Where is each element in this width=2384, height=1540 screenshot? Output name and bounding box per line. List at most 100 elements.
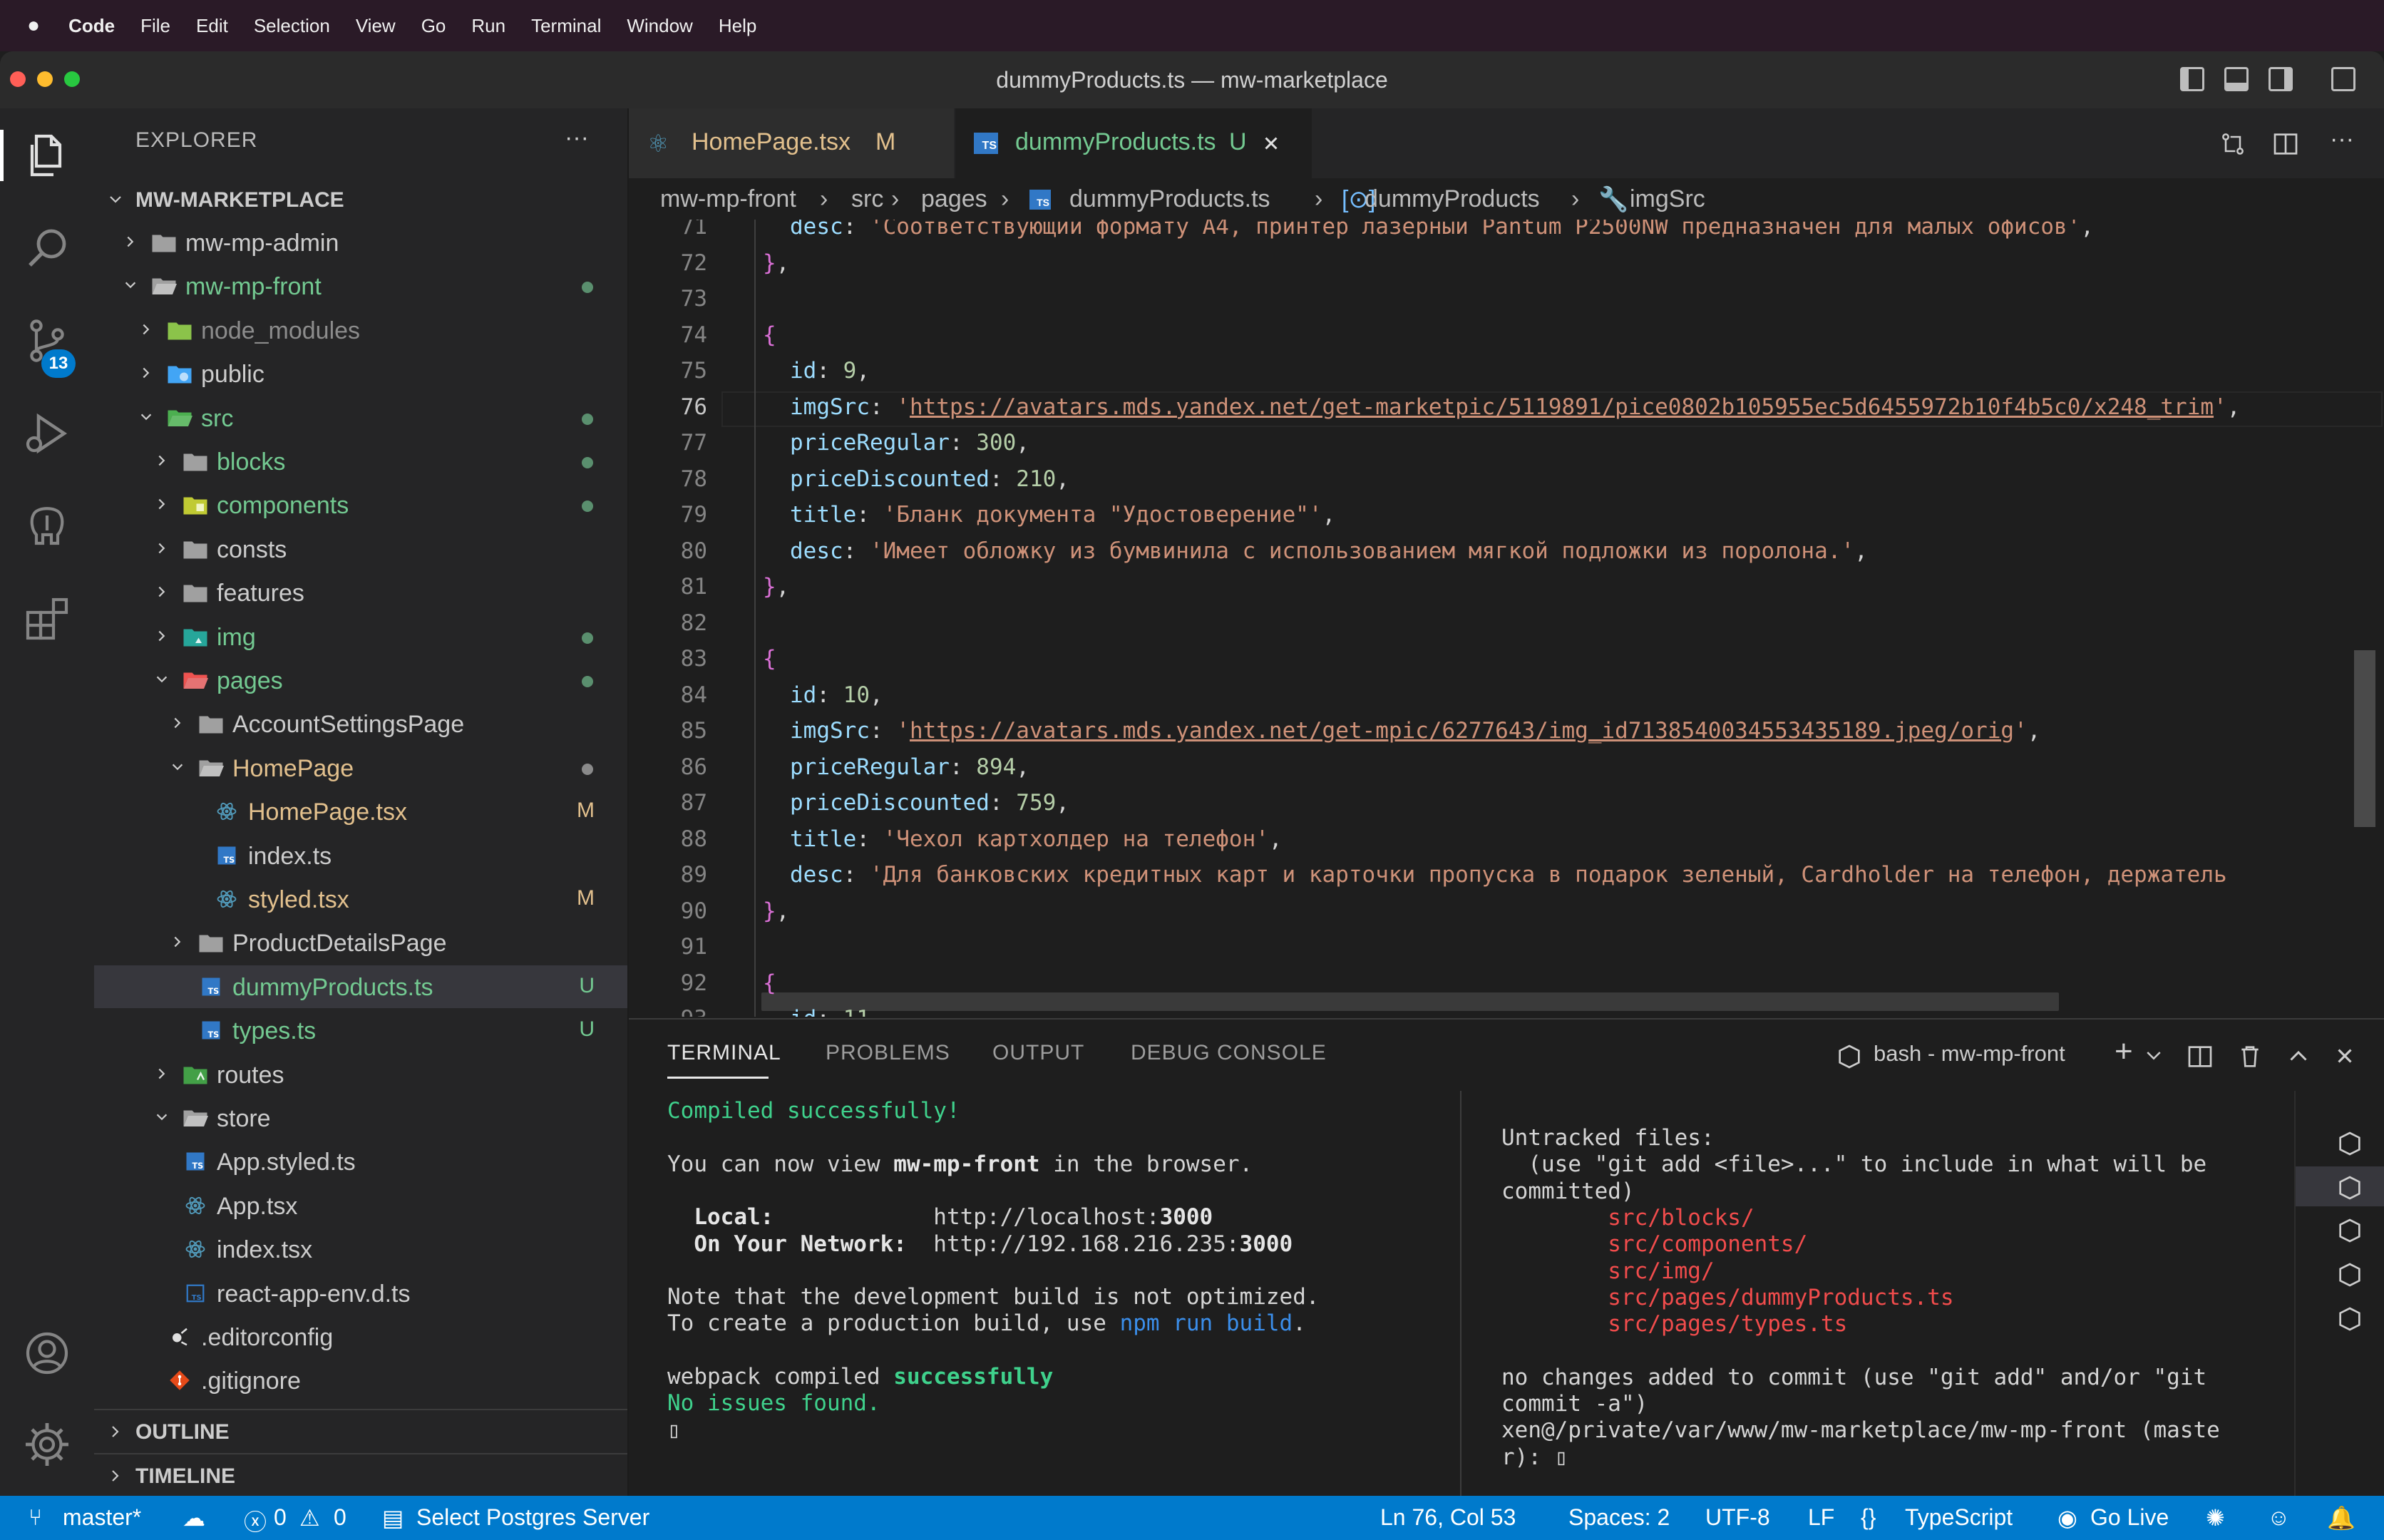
chevron-down-icon[interactable]	[138, 409, 154, 425]
terminal-instance-label[interactable]: bash - mw-mp-front	[1874, 1041, 2065, 1067]
split-terminal-icon[interactable]	[2186, 1042, 2214, 1071]
explorer-icon[interactable]	[21, 130, 73, 181]
menu-view[interactable]: View	[356, 15, 396, 37]
breadcrumb-item[interactable]: dummyProducts.ts	[1069, 185, 1270, 213]
search-icon[interactable]	[21, 222, 73, 274]
menu-go[interactable]: Go	[421, 15, 446, 37]
notifications-bell-icon[interactable]: 🔔	[2327, 1504, 2355, 1531]
panel-tab-output[interactable]: OUTPUT	[992, 1041, 1084, 1065]
tree-item-homepage-tsx[interactable]: HomePage.tsx M	[94, 790, 627, 833]
encoding[interactable]: UTF-8	[1705, 1504, 1770, 1531]
chevron-right-icon[interactable]	[170, 715, 185, 731]
go-live-button[interactable]: Go Live	[2090, 1504, 2169, 1531]
terminal-tab-2[interactable]	[2296, 1166, 2384, 1206]
tree-item-blocks[interactable]: blocks	[94, 440, 627, 483]
new-terminal-plus-icon[interactable]: +	[2115, 1034, 2133, 1069]
chevron-right-icon[interactable]	[154, 1066, 170, 1082]
horizontal-scrollbar[interactable]	[761, 992, 2059, 1011]
timeline-section-header[interactable]: TIMELINE	[94, 1453, 627, 1497]
postgres-elephant-icon[interactable]	[21, 500, 73, 552]
tab-dummyproducts-ts[interactable]: TS dummyProducts.ts U	[955, 108, 1312, 178]
tree-item-mw-mp-front[interactable]: mw-mp-front	[94, 265, 627, 307]
panel-tab-terminal[interactable]: TERMINAL	[667, 1041, 781, 1065]
tree-item-index-ts[interactable]: TS index.ts	[94, 834, 627, 877]
language-mode[interactable]: TypeScript	[1905, 1504, 2013, 1531]
run-debug-icon[interactable]	[21, 408, 73, 459]
close-panel-icon[interactable]	[2333, 1044, 2357, 1068]
apple-icon[interactable]: ●	[27, 14, 40, 38]
chevron-right-icon[interactable]	[154, 540, 170, 556]
tree-item-pages[interactable]: pages	[94, 659, 627, 702]
maximize-panel-chevron-up-icon[interactable]	[2286, 1044, 2311, 1069]
breadcrumb-item[interactable]: mw-mp-front	[660, 185, 796, 213]
tree-item-app-tsx[interactable]: App.tsx	[94, 1184, 627, 1227]
panel-tab-debug-console[interactable]: DEBUG CONSOLE	[1131, 1041, 1327, 1065]
cursor-position[interactable]: Ln 76, Col 53	[1380, 1504, 1516, 1531]
menu-help[interactable]: Help	[719, 15, 756, 37]
breadcrumb-item[interactable]: imgSrc	[1630, 185, 1705, 213]
chevron-down-icon[interactable]	[2143, 1045, 2164, 1067]
tree-item-mw-mp-admin[interactable]: mw-mp-admin	[94, 221, 627, 264]
tree-item-consts[interactable]: consts	[94, 528, 627, 570]
tree-item-homepage[interactable]: HomePage	[94, 746, 627, 789]
menu-run[interactable]: Run	[471, 15, 505, 37]
end-of-line[interactable]: LF	[1808, 1504, 1834, 1531]
terminal-tab-5[interactable]	[2296, 1298, 2384, 1338]
breadcrumb-item[interactable]: pages	[921, 185, 987, 213]
breadcrumb-item[interactable]: src	[851, 185, 883, 213]
tab-homepage-tsx[interactable]: ⚛ HomePage.tsx M	[629, 108, 955, 178]
chevron-right-icon[interactable]	[154, 496, 170, 512]
postgres-server-selector[interactable]: Select Postgres Server	[416, 1504, 649, 1531]
tree-item-public[interactable]: public	[94, 352, 627, 395]
vertical-scrollbar[interactable]	[2354, 650, 2375, 827]
panel-tab-problems[interactable]: PROBLEMS	[826, 1041, 950, 1065]
chevron-right-icon[interactable]	[154, 628, 170, 644]
chevron-right-icon[interactable]	[123, 234, 138, 250]
menu-window[interactable]: Window	[627, 15, 692, 37]
menu-app[interactable]: Code	[68, 15, 115, 37]
tree-item-store[interactable]: store	[94, 1097, 627, 1139]
tree-item-dummyproducts-ts[interactable]: TS dummyProducts.ts U	[94, 965, 627, 1008]
code-editor[interactable]: 71 desc: 'Соответствующий формату А4, при…	[629, 220, 2384, 1017]
terminal-tab-4[interactable]	[2296, 1253, 2384, 1293]
extensions-icon[interactable]	[21, 593, 73, 645]
tree-item-index-tsx[interactable]: index.tsx	[94, 1228, 627, 1270]
tree-item-styled-tsx[interactable]: styled.tsx M	[94, 878, 627, 920]
outline-section-header[interactable]: OUTLINE	[94, 1409, 627, 1453]
terminal-tab-1[interactable]	[2296, 1122, 2384, 1162]
trash-icon[interactable]	[2236, 1042, 2264, 1071]
feedback-icon[interactable]: ☺	[2267, 1504, 2291, 1531]
tree-item-src[interactable]: src	[94, 396, 627, 439]
menu-edit[interactable]: Edit	[196, 15, 228, 37]
menu-terminal[interactable]: Terminal	[531, 15, 601, 37]
split-editor-icon[interactable]	[2271, 130, 2300, 158]
chevron-right-icon[interactable]	[170, 934, 185, 950]
accounts-icon[interactable]	[21, 1328, 73, 1379]
editor-more-icon[interactable]: ···	[2330, 125, 2354, 153]
settings-gear-icon[interactable]	[21, 1419, 73, 1470]
terminal-pane-right[interactable]: Untracked files: (use "git add <file>...…	[1501, 1125, 2220, 1496]
error-count[interactable]: 0	[274, 1504, 287, 1531]
tree-item-img[interactable]: img	[94, 615, 627, 658]
copilot-icon[interactable]: ✺	[2206, 1504, 2225, 1531]
tree-item-components[interactable]: components	[94, 483, 627, 526]
tree-item-features[interactable]: features	[94, 571, 627, 614]
git-branch-label[interactable]: master*	[63, 1504, 141, 1531]
tree-item-node-modules[interactable]: node_modules	[94, 309, 627, 351]
indentation[interactable]: Spaces: 2	[1568, 1504, 1670, 1531]
terminal-tab-3[interactable]	[2296, 1209, 2384, 1249]
close-tab-icon[interactable]	[1260, 133, 1282, 154]
open-changes-icon[interactable]	[2219, 130, 2247, 158]
tree-item-react-app-env-d-ts[interactable]: TS react-app-env.d.ts	[94, 1272, 627, 1315]
menu-file[interactable]: File	[140, 15, 170, 37]
terminal-split-divider[interactable]	[1460, 1091, 1461, 1497]
warning-count[interactable]: 0	[334, 1504, 346, 1531]
breadcrumb-item[interactable]: dummyProducts	[1365, 185, 1540, 213]
tree-item-accountsettingspage[interactable]: AccountSettingsPage	[94, 702, 627, 745]
chevron-down-icon[interactable]	[154, 672, 170, 687]
sync-cloud-icon[interactable]: ☁	[183, 1504, 205, 1531]
chevron-down-icon[interactable]	[123, 277, 138, 293]
tree-item-gitignore[interactable]: .gitignore	[94, 1359, 627, 1402]
toggle-panel-icon[interactable]	[2224, 67, 2249, 91]
menu-selection[interactable]: Selection	[254, 15, 330, 37]
